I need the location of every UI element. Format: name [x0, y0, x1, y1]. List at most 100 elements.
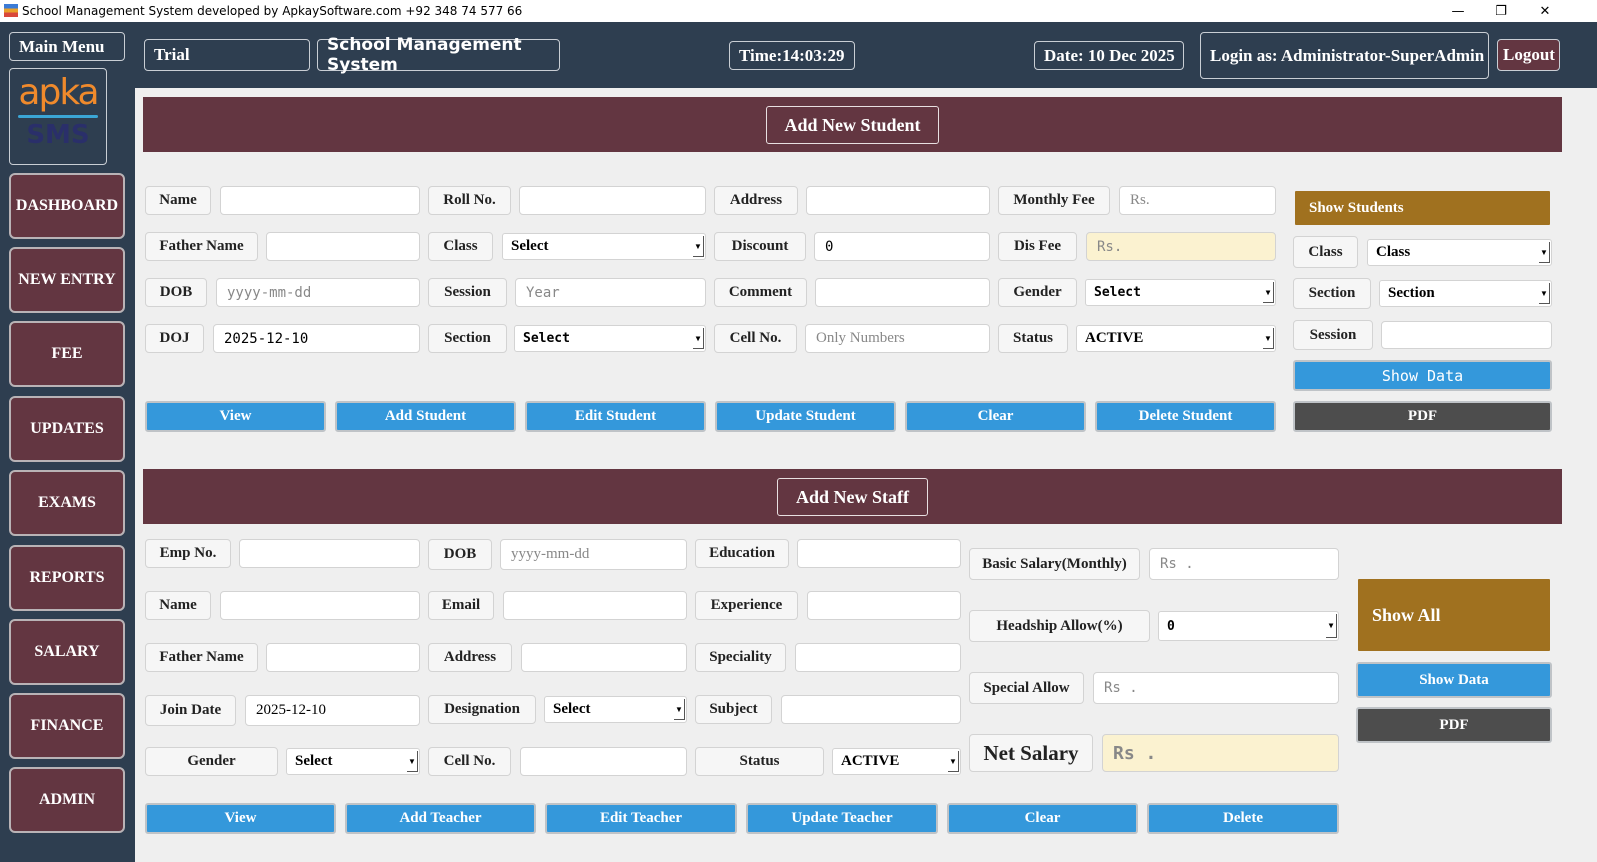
staff-show-data-button[interactable]: Show Data [1356, 662, 1552, 698]
sidebar-item-1[interactable]: NEW ENTRY [9, 247, 125, 313]
student-roll-no-input[interactable] [519, 186, 706, 215]
time-display: Time:14:03:29 [729, 41, 855, 70]
staff-emp-no-input[interactable] [239, 539, 420, 568]
minimize-button[interactable]: — [1435, 0, 1481, 22]
staff-clear-button[interactable]: Clear [947, 803, 1138, 834]
student-section-value: Select [523, 331, 570, 346]
staff-gender-select[interactable]: Select ▼ [286, 748, 420, 775]
staff-speciality-input[interactable] [795, 643, 961, 672]
staff-update-teacher-button[interactable]: Update Teacher [746, 803, 938, 834]
student-class-label: Class [428, 232, 493, 261]
student-status-value: ACTIVE [1085, 330, 1144, 346]
student-delete-student-button[interactable]: Delete Student [1095, 401, 1276, 432]
staff-subject-input[interactable] [781, 695, 961, 724]
restore-button[interactable]: ❐ [1478, 0, 1524, 22]
sidebar-item-0[interactable]: DASHBOARD [9, 173, 125, 239]
logo-wave [18, 115, 98, 118]
staff-edit-teacher-button[interactable]: Edit Teacher [545, 803, 737, 834]
chevron-down-icon: ▼ [693, 236, 704, 257]
filter-session-input[interactable] [1381, 321, 1552, 349]
staff-speciality-label: Speciality [695, 643, 786, 672]
student-section-select[interactable]: Select ▼ [514, 325, 706, 352]
staff-basic-salary-monthly-input[interactable]: Rs . [1149, 548, 1339, 580]
student-gender-select[interactable]: Select ▼ [1085, 279, 1276, 306]
sidebar-item-4[interactable]: EXAMS [9, 470, 125, 536]
logo-text-top: apka [18, 72, 99, 113]
staff-view-button[interactable]: View [145, 803, 336, 834]
staff-join-date-input[interactable]: 2025-12-10 [245, 695, 420, 726]
student-status-select[interactable]: ACTIVE ▼ [1076, 325, 1276, 352]
staff-address-label: Address [428, 643, 512, 672]
student-dob-label: DOB [145, 278, 207, 307]
student-show-data-button[interactable]: Show Data [1293, 360, 1552, 391]
student-class-value: Select [511, 238, 549, 254]
student-discount-label: Discount [714, 232, 806, 261]
sidebar-item-8[interactable]: ADMIN [9, 767, 125, 833]
staff-headship-allow-label: Headship Allow(%) [969, 610, 1150, 642]
sidebar-item-2[interactable]: FEE [9, 321, 125, 387]
staff-add-teacher-button[interactable]: Add Teacher [345, 803, 536, 834]
window-title-bar: School Management System developed by Ap… [0, 0, 1597, 22]
staff-name-label: Name [145, 591, 211, 620]
student-doj-input[interactable]: 2025-12-10 [213, 324, 420, 353]
staff-net-salary-input[interactable]: Rs . [1102, 734, 1339, 772]
student-monthly-fee-label: Monthly Fee [998, 186, 1110, 215]
filter-class-select[interactable]: Class ▼ [1367, 239, 1552, 266]
student-name-label: Name [145, 186, 211, 215]
student-discount-input[interactable]: 0 [814, 232, 990, 261]
staff-dob-input[interactable]: yyyy-mm-dd [500, 539, 687, 570]
student-view-button[interactable]: View [145, 401, 326, 432]
student-cell-no-label: Cell No. [714, 324, 797, 353]
staff-address-input[interactable] [521, 643, 687, 672]
student-father-name-label: Father Name [145, 232, 258, 261]
staff-cell-no-label: Cell No. [428, 747, 511, 776]
add-new-student-title[interactable]: Add New Student [766, 106, 939, 144]
logo-text-bottom: SMS [26, 120, 90, 150]
apka-sms-logo: apka SMS [9, 68, 107, 165]
student-dob-input[interactable]: yyyy-mm-dd [216, 278, 420, 307]
staff-education-input[interactable] [797, 539, 961, 568]
app-books-icon [4, 4, 18, 17]
student-edit-student-button[interactable]: Edit Student [525, 401, 706, 432]
staff-father-name-label: Father Name [145, 643, 258, 672]
logout-button[interactable]: Logout [1497, 39, 1560, 71]
add-new-staff-title[interactable]: Add New Staff [777, 478, 928, 516]
student-address-input[interactable] [806, 186, 990, 215]
show-students-button[interactable]: Show Students [1293, 189, 1552, 227]
student-cell-no-input[interactable]: Only Numbers [805, 324, 990, 353]
student-class-select[interactable]: Select ▼ [502, 233, 706, 260]
show-all-staff-button[interactable]: Show All [1356, 577, 1552, 653]
student-pdf-button[interactable]: PDF [1293, 401, 1552, 432]
sidebar-item-7[interactable]: FINANCE [9, 693, 125, 759]
staff-email-input[interactable] [503, 591, 687, 620]
sidebar-item-3[interactable]: UPDATES [9, 396, 125, 462]
student-add-student-button[interactable]: Add Student [335, 401, 516, 432]
staff-delete-button[interactable]: Delete [1147, 803, 1339, 834]
staff-name-input[interactable] [220, 591, 420, 620]
staff-experience-label: Experience [695, 591, 798, 620]
staff-headship-allow-select[interactable]: 0 ▼ [1158, 611, 1339, 641]
student-clear-button[interactable]: Clear [905, 401, 1086, 432]
student-address-label: Address [714, 186, 798, 215]
staff-designation-select[interactable]: Select ▼ [544, 696, 687, 723]
staff-special-allow-input[interactable]: Rs . [1093, 672, 1339, 704]
student-monthly-fee-input[interactable]: Rs. [1119, 186, 1276, 215]
student-name-input[interactable] [220, 186, 420, 215]
student-update-student-button[interactable]: Update Student [715, 401, 896, 432]
student-father-name-input[interactable] [266, 232, 420, 261]
date-display: Date: 10 Dec 2025 [1034, 41, 1184, 70]
close-button[interactable]: ✕ [1522, 0, 1568, 22]
staff-cell-no-input[interactable] [520, 747, 687, 776]
staff-pdf-button[interactable]: PDF [1356, 707, 1552, 743]
staff-father-name-input[interactable] [266, 643, 420, 672]
student-session-input[interactable]: Year [515, 278, 706, 307]
staff-designation-label: Designation [428, 695, 536, 724]
filter-section-select[interactable]: Section ▼ [1379, 280, 1552, 307]
student-comment-input[interactable] [815, 278, 990, 307]
staff-experience-input[interactable] [807, 591, 961, 620]
student-dis-fee-input[interactable]: Rs. [1086, 232, 1276, 261]
staff-status-select[interactable]: ACTIVE ▼ [832, 748, 961, 775]
sidebar-item-5[interactable]: REPORTS [9, 545, 125, 611]
staff-headship-allow-value: 0 [1167, 618, 1175, 634]
sidebar-item-6[interactable]: SALARY [9, 619, 125, 685]
